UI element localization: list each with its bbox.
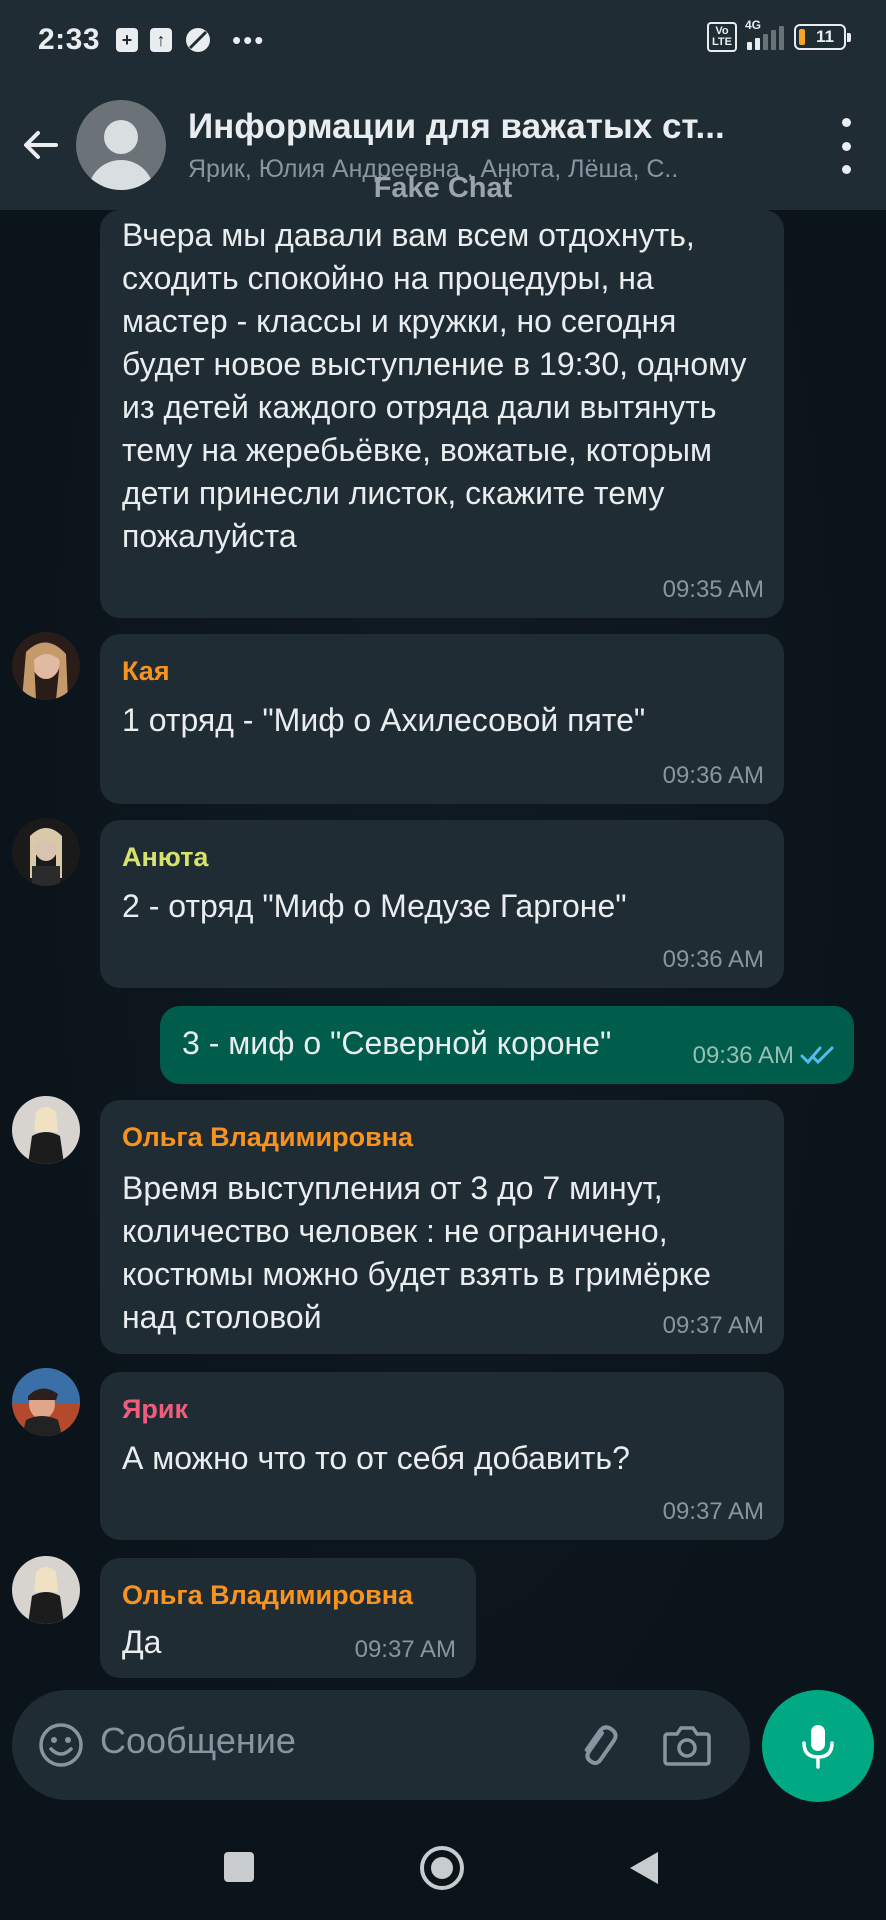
message-text: Вчера мы давали вам всем отдохнуть, сход… (122, 217, 747, 554)
avatar-anyuta[interactable] (12, 818, 80, 886)
sender-name: Ярик (122, 1394, 189, 1424)
message-text: А можно что то от себя добавить? (122, 1440, 630, 1476)
message-bubble[interactable]: Вчера мы давали вам всем отдохнуть, сход… (100, 210, 784, 618)
sender-name: Ольга Владимировна (122, 1122, 414, 1152)
avatar-olga[interactable] (12, 1096, 80, 1164)
network-type: 4G (745, 18, 762, 32)
status-bar: 2:33 + ↑ ••• Vo LTE 4G 11 (0, 0, 886, 80)
message-input[interactable]: Сообщение (100, 1720, 296, 1762)
message-time: 09:35 AM (662, 576, 764, 603)
circle-icon[interactable] (418, 1844, 466, 1892)
mic-button[interactable] (762, 1690, 874, 1802)
status-time: 2:33 (38, 23, 101, 56)
message-text: 2 - отряд "Миф о Медузе Гаргоне" (122, 888, 627, 924)
message-bubble[interactable]: Кая 1 отряд - "Миф о Ахилесовой пяте" 09… (100, 634, 784, 804)
whatsapp-notification-icon (186, 28, 211, 52)
battery-level: 11 (816, 27, 834, 46)
avatar-kaya[interactable] (12, 632, 80, 700)
system-indicators: Vo LTE 4G 11 (707, 18, 851, 52)
paperclip-icon[interactable] (572, 1720, 622, 1770)
more-vert-icon[interactable] (836, 118, 856, 174)
signal-icon: 4G (745, 18, 784, 50)
more-notifications-icon: ••• (232, 24, 266, 55)
arrow-left-icon (24, 131, 58, 159)
sender-name: Кая (122, 656, 170, 686)
avatar-olga[interactable] (12, 1556, 80, 1624)
message-time: 09:36 AM (662, 762, 764, 789)
triangle-back-icon[interactable] (626, 1848, 662, 1888)
message-time: 09:37 AM (662, 1312, 764, 1339)
message-text: 1 отряд - "Миф о Ахилесовой пяте" (122, 702, 646, 738)
message-bubble[interactable]: Ольга Владимировна Время выступления от … (100, 1100, 784, 1354)
message-composer: Сообщение (12, 1690, 750, 1800)
sender-name: Ольга Владимировна (122, 1580, 414, 1610)
message-bubble[interactable]: Ярик А можно что то от себя добавить? 09… (100, 1372, 784, 1540)
message-time: 09:36 AM (692, 1042, 794, 1069)
battery-icon: 11 (794, 24, 851, 50)
watermark: Fake Chat (373, 172, 513, 204)
upload-notification-icon: ↑ (150, 28, 173, 52)
message-bubble[interactable]: Ольга Владимировна Да 09:37 AM (100, 1558, 476, 1678)
volte-icon: Vo LTE (707, 22, 737, 52)
microphone-icon (802, 1725, 834, 1769)
message-bubble-outgoing[interactable]: 3 - миф о "Северной короне" 09:36 AM (160, 1006, 854, 1084)
sender-name: Анюта (122, 842, 209, 872)
square-icon[interactable] (222, 1850, 256, 1884)
sim-notification-icon: + (116, 28, 139, 52)
chat-screen: 2:33 + ↑ ••• Vo LTE 4G 11 Информации для… (0, 0, 886, 1920)
message-time: 09:37 AM (354, 1636, 456, 1663)
message-time: 09:36 AM (662, 946, 764, 973)
notification-icons: + ↑ ••• (116, 25, 265, 56)
camera-icon[interactable] (662, 1722, 712, 1768)
system-navigation-bar (0, 1810, 886, 1920)
chat-title: Информации для важатых ст... (188, 106, 725, 146)
smiley-icon[interactable] (38, 1722, 84, 1768)
message-bubble[interactable]: Анюта 2 - отряд "Миф о Медузе Гаргоне" 0… (100, 820, 784, 988)
read-double-check-icon (800, 1046, 834, 1065)
avatar-yarik[interactable] (12, 1368, 80, 1436)
message-time: 09:37 AM (662, 1498, 764, 1525)
